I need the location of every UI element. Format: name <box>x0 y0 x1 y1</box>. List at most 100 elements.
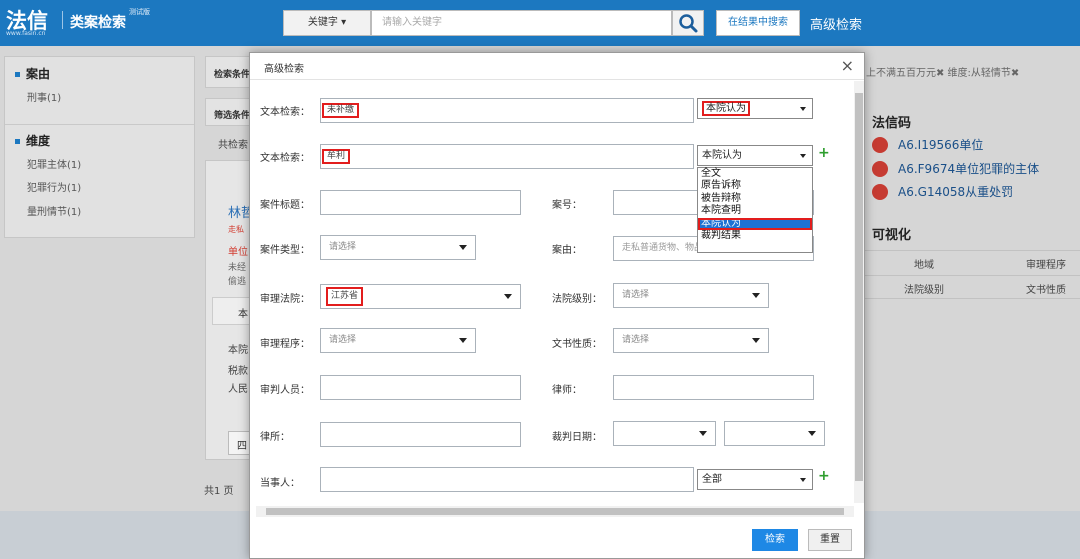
law-code-item[interactable]: A6.I19566单位 <box>872 136 983 154</box>
facet-heading-cause[interactable]: 案由 <box>15 65 50 82</box>
text-search-label: 文本检索： <box>260 107 310 118</box>
visualization-row: 地域 审理程序 <box>862 250 1080 274</box>
doc-nature-select[interactable]: 请选择 <box>613 328 769 353</box>
facet-sidebar: 案由 刑事(1) 维度 犯罪主体(1) 犯罪行为(1) 量刑情节(1) <box>4 56 195 238</box>
lawyer-label: 律师： <box>552 385 582 396</box>
close-icon[interactable]: × <box>841 56 854 75</box>
visualization-heading: 可视化 <box>872 228 912 243</box>
visualization-row: 法院级别 文书性质 <box>862 275 1080 299</box>
right-panel: 上不满五百万元✖ 维度:从轻情节✖ 法信码 A6.I19566单位 A6.F96… <box>862 56 1080 356</box>
search-button[interactable] <box>672 10 704 36</box>
dropdown-arrow-icon <box>752 293 760 298</box>
result-card: 林哲 走私 单位 未经 偷逃 本 本院 税款 人民 四 <box>205 160 258 460</box>
facet-item-subject[interactable]: 犯罪主体(1) <box>27 156 81 171</box>
bullet-icon <box>15 139 20 144</box>
scope-option[interactable]: 被告辩称 <box>698 193 812 205</box>
divider <box>5 124 194 125</box>
law-badge-icon <box>872 136 888 153</box>
advanced-search-dialog: 高级检索 × 文本检索： 未补缴 本院认为 文本检索： 牟利 本院认为 + 案件… <box>249 52 865 559</box>
procedure-select[interactable]: 请选择 <box>320 328 476 353</box>
search-icon <box>679 14 698 33</box>
case-title-label: 案件标题： <box>260 200 310 211</box>
scope-dropdown-list[interactable]: 全文 原告诉称 被告辩称 本院查明 本院认为 裁判结果 <box>697 167 813 253</box>
law-code-item[interactable]: A6.G14058从重处罚 <box>872 183 1013 201</box>
law-firm-label: 律所： <box>260 432 290 443</box>
text-search-value-2: 牟利 <box>322 149 351 164</box>
text-search-input-2[interactable] <box>320 144 694 169</box>
party-label: 当事人： <box>260 478 300 489</box>
law-code-item[interactable]: A6.F9674单位犯罪的主体 <box>872 160 1039 178</box>
dialog-header: 高级检索 × <box>250 53 864 80</box>
text-search-scope-2[interactable]: 本院认为 <box>697 145 813 166</box>
date-from-select[interactable] <box>613 421 716 446</box>
result-tag: 走私 <box>228 225 244 234</box>
party-scope-select[interactable]: 全部 <box>697 469 813 490</box>
dropdown-arrow-icon <box>800 154 806 158</box>
scope-option-selected[interactable]: 本院认为 <box>698 217 812 230</box>
facet-item-behavior[interactable]: 犯罪行为(1) <box>27 179 81 194</box>
judge-input[interactable] <box>320 375 521 400</box>
dialog-title: 高级检索 <box>264 64 304 75</box>
viz-tab-doc-nature[interactable]: 文书性质 <box>1026 281 1066 296</box>
criteria-bar: 检索条件 <box>205 56 255 88</box>
judgment-date-label: 裁判日期： <box>552 432 602 443</box>
text-search-label-2: 文本检索： <box>260 153 310 164</box>
vertical-scrollbar[interactable] <box>854 81 864 503</box>
search-submit-button[interactable]: 检索 <box>752 529 798 551</box>
keyword-type-dropdown[interactable]: 关键字 ▾ <box>283 10 371 36</box>
horizontal-scrollbar[interactable] <box>256 506 854 517</box>
facet-heading-dimension[interactable]: 维度 <box>15 132 50 149</box>
search-input[interactable]: 请输入关键字 <box>371 10 672 36</box>
result-tab[interactable]: 本 <box>212 297 252 325</box>
date-to-select[interactable] <box>724 421 825 446</box>
dropdown-arrow-icon <box>459 245 467 250</box>
add-text-search-icon[interactable]: + <box>818 145 830 161</box>
dropdown-arrow-icon <box>752 338 760 343</box>
logo-beta-tag: 测试版 <box>129 8 150 16</box>
scrollbar-thumb[interactable] <box>855 93 863 481</box>
advanced-search-link[interactable]: 高级检索 <box>810 14 862 33</box>
scrollbar-thumb[interactable] <box>266 508 844 515</box>
scope-option[interactable]: 全文 <box>698 168 812 180</box>
case-type-select[interactable]: 请选择 <box>320 235 476 260</box>
scope-option[interactable]: 原告诉称 <box>698 180 812 192</box>
case-title-input[interactable] <box>320 190 521 215</box>
text-search-scope-1[interactable]: 本院认为 <box>697 98 813 119</box>
page-count: 共1 页 <box>204 486 234 497</box>
court-level-select[interactable]: 请选择 <box>613 283 769 308</box>
bullet-icon <box>15 72 20 77</box>
procedure-label: 审理程序： <box>260 339 310 350</box>
viz-tab-procedure[interactable]: 审理程序 <box>1026 256 1066 271</box>
logo-product-name: 类案检索 <box>70 15 126 31</box>
law-code-heading: 法信码 <box>872 116 912 131</box>
text-search-input-1[interactable] <box>320 98 694 123</box>
search-in-results-button[interactable]: 在结果中搜索 <box>716 10 800 36</box>
party-input[interactable] <box>320 467 694 492</box>
lawyer-input[interactable] <box>613 375 814 400</box>
court-value: 江苏省 <box>326 287 364 306</box>
cause-label: 案由： <box>552 245 582 256</box>
top-navigation-bar: 法信 www.fasin.cn 类案检索 测试版 关键字 ▾ 请输入关键字 在结… <box>0 0 1080 46</box>
dropdown-arrow-icon <box>504 294 512 299</box>
dropdown-arrow-icon <box>699 431 707 436</box>
logo-url-text: www.fasin.cn <box>6 30 46 37</box>
total-results-label: 共检索 <box>218 140 248 151</box>
scope-option[interactable]: 裁判结果 <box>698 230 812 242</box>
doc-nature-label: 文书性质： <box>552 339 602 350</box>
viz-tab-court-level[interactable]: 法院级别 <box>904 281 944 296</box>
viz-tab-region[interactable]: 地域 <box>914 256 934 271</box>
active-filter-tags[interactable]: 上不满五百万元✖ 维度:从轻情节✖ <box>866 64 1019 79</box>
add-party-icon[interactable]: + <box>818 468 830 484</box>
reset-button[interactable]: 重置 <box>808 529 852 551</box>
fasin-logo[interactable]: 法信 www.fasin.cn 类案检索 测试版 <box>6 5 150 37</box>
result-subtitle: 单位 <box>228 247 248 258</box>
court-label: 审理法院： <box>260 294 310 305</box>
scope-option[interactable]: 本院查明 <box>698 205 812 217</box>
court-level-label: 法院级别： <box>552 294 602 305</box>
filter-bar: 筛选条件 <box>205 98 255 126</box>
law-badge-icon <box>872 183 888 200</box>
facet-item-sentencing[interactable]: 量刑情节(1) <box>27 203 81 218</box>
facet-item-criminal[interactable]: 刑事(1) <box>27 89 61 104</box>
law-firm-input[interactable] <box>320 422 521 447</box>
judge-label: 审判人员： <box>260 385 310 396</box>
